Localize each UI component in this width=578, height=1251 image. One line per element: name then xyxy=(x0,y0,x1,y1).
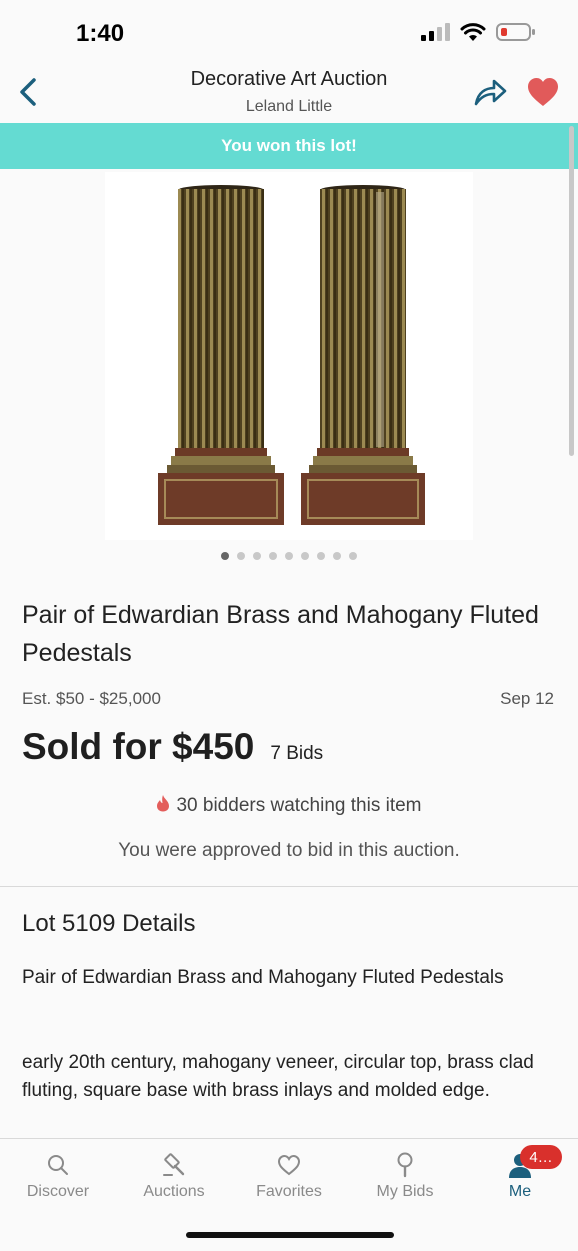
lot-title: Pair of Edwardian Brass and Mahogany Flu… xyxy=(22,601,539,667)
tab-label: Auctions xyxy=(143,1183,205,1200)
bid-count[interactable]: 7 Bids xyxy=(270,743,323,765)
pedestals-image xyxy=(158,185,425,525)
sold-row: Sold for $450 7 Bids xyxy=(22,726,323,768)
pagination-dot[interactable] xyxy=(269,552,277,560)
tab-discover[interactable]: Discover xyxy=(0,1151,116,1201)
notification-badge: 4… xyxy=(520,1145,562,1169)
battery-icon xyxy=(496,23,535,41)
signal-icon xyxy=(421,23,450,41)
watchers-row: 30 bidders watching this item xyxy=(0,794,578,817)
won-banner: You won this lot! xyxy=(0,123,578,169)
tab-my-bids[interactable]: My Bids xyxy=(347,1151,463,1201)
flame-icon xyxy=(157,795,170,812)
tab-me[interactable]: Me 4… xyxy=(462,1145,578,1201)
tab-label: Discover xyxy=(26,1183,90,1200)
watchers-text: 30 bidders watching this item xyxy=(176,795,422,816)
pagination-dot[interactable] xyxy=(317,552,325,560)
status-time: 1:40 xyxy=(76,20,125,47)
nav-header: Decorative Art Auction Leland Little xyxy=(0,62,578,122)
pagination-dot[interactable] xyxy=(253,552,261,560)
heart-outline-icon xyxy=(277,1154,301,1176)
estimate: Est. $50 - $25,000 xyxy=(22,689,161,708)
tab-favorites[interactable]: Favorites xyxy=(231,1151,347,1201)
won-banner-text: You won this lot! xyxy=(221,136,357,155)
pagination-dot[interactable] xyxy=(301,552,309,560)
home-indicator[interactable] xyxy=(186,1232,394,1238)
tab-label: Me xyxy=(508,1183,532,1200)
sale-date: Sep 12 xyxy=(500,689,554,708)
pagination-dot[interactable] xyxy=(221,552,229,560)
lot-image[interactable] xyxy=(105,172,473,540)
details-heading: Lot 5109 Details xyxy=(22,910,196,937)
description-title: Pair of Edwardian Brass and Mahogany Flu… xyxy=(22,967,504,988)
scrollbar[interactable] xyxy=(569,126,574,456)
share-icon[interactable] xyxy=(472,76,508,108)
status-bar: 1:40 xyxy=(0,0,578,62)
image-pagination[interactable] xyxy=(0,552,578,560)
pagination-dot[interactable] xyxy=(285,552,293,560)
description-body: early 20th century, mahogany veneer, cir… xyxy=(22,1052,534,1101)
tab-auctions[interactable]: Auctions xyxy=(116,1151,232,1201)
approved-text: You were approved to bid in this auction… xyxy=(118,840,460,861)
pagination-dot[interactable] xyxy=(349,552,357,560)
section-divider xyxy=(0,886,578,887)
status-icons xyxy=(420,22,536,42)
paddle-icon xyxy=(397,1152,413,1178)
pagination-dot[interactable] xyxy=(237,552,245,560)
favorite-heart-icon[interactable] xyxy=(526,76,560,108)
gavel-icon xyxy=(163,1153,185,1176)
pagination-dot[interactable] xyxy=(333,552,341,560)
search-icon xyxy=(48,1155,68,1175)
sold-price: Sold for $450 xyxy=(22,726,255,767)
wifi-icon xyxy=(460,23,486,41)
tab-label: My Bids xyxy=(376,1183,434,1200)
tab-label: Favorites xyxy=(256,1183,322,1200)
